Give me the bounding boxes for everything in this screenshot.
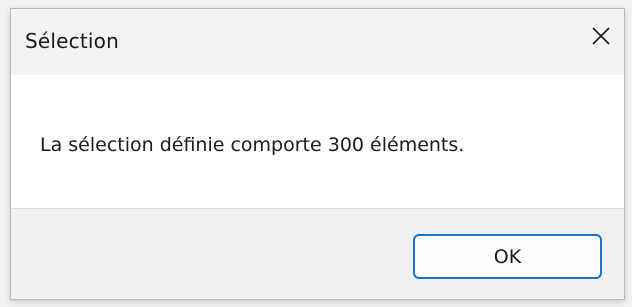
- dialog-window: Sélection La sélection définie comporte …: [10, 8, 625, 300]
- window-title: Sélection: [25, 29, 119, 53]
- title-bar[interactable]: Sélection: [11, 9, 624, 75]
- close-icon: [592, 27, 610, 45]
- dialog-message: La sélection définie comporte 300 élémen…: [40, 134, 465, 156]
- dialog-content: La sélection définie comporte 300 élémen…: [11, 75, 624, 208]
- ok-button[interactable]: OK: [413, 234, 602, 279]
- close-button[interactable]: [578, 9, 624, 63]
- dialog-footer: OK: [11, 208, 624, 299]
